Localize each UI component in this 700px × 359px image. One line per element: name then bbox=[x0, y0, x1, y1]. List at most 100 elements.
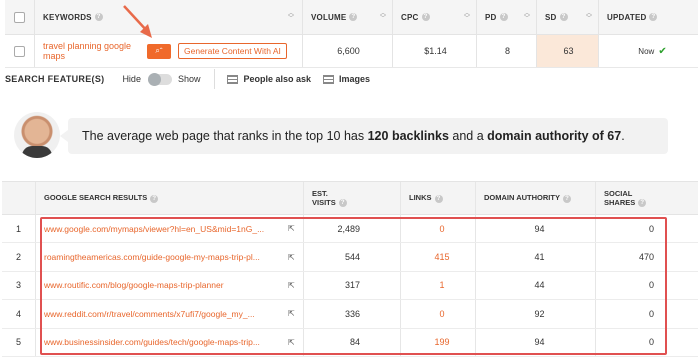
message-prefix: The average web page that ranks in the t… bbox=[82, 129, 368, 143]
chevron-up-icon: ˆ bbox=[159, 46, 163, 56]
divider bbox=[214, 69, 216, 89]
table-row: 5 www.businessinsider.com/guides/tech/go… bbox=[2, 328, 698, 357]
external-link-icon[interactable]: ⇱ bbox=[288, 281, 295, 290]
links-value[interactable]: 0 bbox=[401, 215, 476, 243]
info-icon[interactable]: ? bbox=[338, 199, 347, 207]
external-link-icon[interactable]: ⇱ bbox=[288, 338, 295, 347]
volume-header[interactable]: VOLUME? ︿ ﹀ bbox=[303, 0, 393, 34]
url-cell: www.routific.com/blog/google-maps-trip-p… bbox=[36, 271, 304, 300]
sort-icon[interactable]: ︿ ﹀ bbox=[288, 11, 294, 22]
pd-cell: 8 bbox=[477, 35, 537, 67]
volume-value: 6,600 bbox=[337, 46, 360, 56]
select-all-cell bbox=[5, 0, 35, 34]
info-icon[interactable]: ? bbox=[499, 13, 508, 22]
pd-header-label: PD bbox=[485, 12, 497, 22]
keyword-table: KEYWORDS? ︿ ﹀ VOLUME? ︿ ﹀ CPC? ︿ ﹀ PD? ︿ ﹀ SD? ︿ ﹀… bbox=[5, 0, 698, 68]
keyword-cell: travel planning google maps ⌕ ˆ Generate … bbox=[35, 35, 303, 67]
visits-value: 336 bbox=[304, 300, 401, 328]
authority-value: 41 bbox=[476, 243, 596, 271]
search-expand-button[interactable]: ⌕ ˆ bbox=[147, 43, 171, 59]
links-header-label: LINKS bbox=[409, 193, 432, 203]
info-icon[interactable]: ? bbox=[562, 194, 571, 203]
social-value: 0 bbox=[648, 280, 654, 291]
pd-value: 8 bbox=[504, 46, 510, 56]
info-icon[interactable]: ? bbox=[94, 13, 103, 22]
row-checkbox[interactable] bbox=[14, 45, 25, 57]
message-text: The average web page that ranks in the t… bbox=[82, 129, 625, 143]
sort-icon[interactable]: ︿ ﹀ bbox=[524, 11, 530, 22]
row-select-cell bbox=[5, 35, 35, 67]
keywords-header[interactable]: KEYWORDS? ︿ ﹀ bbox=[35, 0, 303, 34]
url-cell: www.google.com/mymaps/viewer?hl=en_US&mi… bbox=[36, 215, 304, 243]
results-header: GOOGLE SEARCH RESULTS? EST. VISITS? LINKS… bbox=[2, 181, 698, 215]
authority-value: 92 bbox=[476, 300, 596, 328]
results-header-cell: GOOGLE SEARCH RESULTS? bbox=[36, 182, 304, 214]
row-index: 2 bbox=[2, 243, 36, 271]
visits-value: 317 bbox=[304, 271, 401, 300]
keywords-header-label: KEYWORDS bbox=[43, 12, 92, 22]
sd-value: 63 bbox=[563, 46, 574, 56]
authority-value: 94 bbox=[476, 328, 596, 356]
sort-icon[interactable]: ︿ ﹀ bbox=[464, 11, 470, 22]
result-link[interactable]: www.google.com/mymaps/viewer?hl=en_US&mi… bbox=[44, 224, 284, 234]
volume-header-label: VOLUME bbox=[311, 12, 347, 22]
social-value: 470 bbox=[638, 252, 654, 263]
updated-cell: Now ✔ bbox=[599, 35, 698, 67]
sd-header[interactable]: SD? ︿ ﹀ bbox=[537, 0, 599, 34]
message-middle: and a bbox=[448, 129, 488, 143]
external-link-icon[interactable]: ⇱ bbox=[288, 253, 295, 262]
visits-value: 2,489 bbox=[304, 215, 401, 243]
social-header-line1: SOCIAL bbox=[604, 188, 633, 198]
feature-images[interactable]: Images bbox=[323, 74, 370, 84]
info-icon[interactable]: ? bbox=[649, 13, 658, 22]
row-index: 5 bbox=[2, 328, 36, 356]
social-value: 0 bbox=[648, 337, 654, 348]
sort-icon[interactable]: ︿ ﹀ bbox=[380, 11, 386, 22]
url-cell: www.reddit.com/r/travel/comments/x7ufi7/… bbox=[36, 300, 304, 328]
visits-value: 84 bbox=[304, 328, 401, 356]
keyword-link[interactable]: travel planning google maps bbox=[43, 41, 141, 61]
sort-icon[interactable]: ︿ ﹀ bbox=[586, 11, 592, 22]
links-value[interactable]: 0 bbox=[401, 300, 476, 328]
info-icon[interactable]: ? bbox=[434, 194, 443, 203]
cpc-header[interactable]: CPC? ︿ ﹀ bbox=[393, 0, 477, 34]
generate-content-button[interactable]: Generate Content With AI bbox=[178, 43, 287, 59]
message-suffix: . bbox=[621, 129, 625, 143]
cpc-header-label: CPC bbox=[401, 12, 419, 22]
result-link[interactable]: roamingtheamericas.com/guide-google-my-m… bbox=[44, 252, 284, 262]
result-link[interactable]: www.routific.com/blog/google-maps-trip-p… bbox=[44, 280, 284, 290]
authority-header: DOMAIN AUTHORITY? bbox=[476, 182, 596, 214]
info-icon[interactable]: ? bbox=[349, 13, 358, 22]
insight-message: The average web page that ranks in the t… bbox=[60, 118, 668, 154]
visits-header-line1: EST. bbox=[312, 188, 328, 198]
features-toggle[interactable] bbox=[147, 72, 172, 86]
external-link-icon[interactable]: ⇱ bbox=[288, 224, 295, 233]
info-icon[interactable]: ? bbox=[150, 194, 159, 203]
visits-header-line2: VISITS bbox=[312, 197, 336, 207]
cpc-cell: $1.14 bbox=[393, 35, 477, 67]
select-all-checkbox[interactable] bbox=[14, 11, 25, 23]
avatar bbox=[14, 112, 60, 158]
feature-people-also-ask[interactable]: People also ask bbox=[227, 74, 311, 84]
updated-header-label: UPDATED bbox=[607, 12, 647, 22]
message-authority: domain authority of 67 bbox=[487, 129, 622, 143]
image-icon bbox=[323, 74, 335, 84]
row-index: 1 bbox=[2, 215, 36, 243]
links-value[interactable]: 1 bbox=[401, 271, 476, 300]
external-link-icon[interactable]: ⇱ bbox=[288, 309, 295, 318]
visits-header: EST. VISITS? bbox=[304, 182, 401, 214]
table-row: 1 www.google.com/mymaps/viewer?hl=en_US&… bbox=[2, 215, 698, 244]
result-link[interactable]: www.businessinsider.com/guides/tech/goog… bbox=[44, 337, 284, 347]
info-icon[interactable]: ? bbox=[638, 199, 647, 207]
volume-cell: 6,600 bbox=[303, 35, 393, 67]
links-value[interactable]: 199 bbox=[401, 328, 476, 356]
pd-header[interactable]: PD? ︿ ﹀ bbox=[477, 0, 537, 34]
info-icon[interactable]: ? bbox=[559, 13, 568, 22]
social-value: 0 bbox=[648, 308, 654, 319]
info-icon[interactable]: ? bbox=[421, 13, 430, 22]
result-link[interactable]: www.reddit.com/r/travel/comments/x7ufi7/… bbox=[44, 309, 284, 319]
links-value[interactable]: 415 bbox=[401, 243, 476, 271]
toggle-knob bbox=[147, 72, 161, 86]
social-header: SOCIAL SHARES? bbox=[596, 182, 698, 214]
feature-label: Images bbox=[339, 74, 371, 84]
